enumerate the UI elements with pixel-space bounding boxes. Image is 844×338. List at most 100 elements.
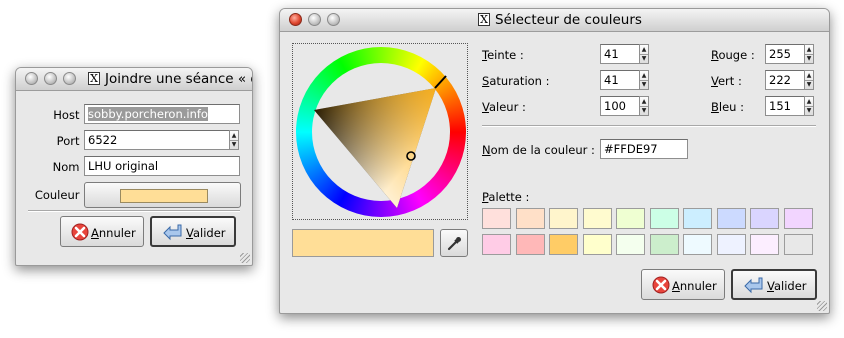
ok-button[interactable]: Valider: [731, 269, 817, 300]
color-preview-swatch: [120, 189, 208, 203]
host-field[interactable]: sobby.porcheron.info: [84, 104, 240, 124]
name-label: Nom :: [52, 160, 87, 174]
ok-label: Valider: [767, 279, 807, 293]
green-label: Vert :: [711, 74, 742, 88]
palette-swatch[interactable]: [549, 234, 578, 255]
cancel-icon: [652, 276, 670, 294]
separator: [28, 210, 240, 212]
window-title: Joindre une séance « o: [105, 71, 253, 87]
palette-swatch[interactable]: [582, 234, 612, 255]
red-stepper[interactable]: ▲ ▼: [804, 44, 814, 64]
palette-swatch[interactable]: [683, 208, 712, 229]
hue-value: 41: [604, 47, 619, 61]
color-name-input[interactable]: #FFDE97: [600, 139, 688, 159]
hue-stepper[interactable]: ▲ ▼: [639, 44, 649, 64]
green-stepper[interactable]: ▲ ▼: [804, 70, 814, 90]
palette-swatch[interactable]: [750, 208, 779, 229]
color-name-value: #FFDE97: [604, 142, 658, 156]
minimize-button[interactable]: [44, 72, 57, 85]
green-value: 222: [769, 73, 791, 87]
cancel-label: Annuler: [91, 226, 136, 240]
name-value: LHU original: [88, 159, 159, 173]
color-chooser-window: X Sélecteur de couleurs Teinte: 41 ▲ ▼ …: [279, 8, 830, 314]
palette-grid: [482, 208, 822, 258]
join-session-window: X Joindre une séance « o Host : sobby.po…: [15, 67, 253, 266]
palette-swatch[interactable]: [616, 208, 645, 229]
cancel-icon: [71, 223, 89, 241]
window-title: Sélecteur de couleurs: [495, 12, 642, 28]
color-button[interactable]: [84, 182, 241, 208]
eyedropper-button[interactable]: [440, 229, 468, 257]
port-label: Port :: [56, 134, 87, 148]
palette-swatch[interactable]: [649, 208, 679, 229]
host-label: Host :: [53, 108, 87, 122]
palette-swatch[interactable]: [750, 234, 779, 255]
resize-grip[interactable]: [240, 253, 250, 263]
saturation-label: Saturation :: [482, 74, 550, 88]
blue-label: Bleu :: [711, 100, 744, 114]
resize-grip[interactable]: [817, 301, 827, 311]
palette-swatch[interactable]: [716, 234, 746, 255]
port-stepper[interactable]: ▲ ▼: [229, 130, 239, 150]
color-chooser-titlebar[interactable]: X Sélecteur de couleurs: [280, 9, 829, 32]
hue-input[interactable]: 41: [600, 44, 640, 64]
minimize-button[interactable]: [308, 13, 321, 26]
stepper-down-icon[interactable]: ▼: [640, 106, 648, 115]
eyedropper-icon: [447, 237, 461, 251]
stepper-down-icon[interactable]: ▼: [230, 140, 238, 149]
cancel-button[interactable]: Annuler: [60, 216, 144, 247]
red-label: Rouge :: [711, 48, 755, 62]
saturation-stepper[interactable]: ▲ ▼: [639, 70, 649, 90]
palette-swatch[interactable]: [783, 234, 813, 255]
palette-swatch[interactable]: [616, 234, 645, 255]
stepper-down-icon[interactable]: ▼: [805, 80, 813, 89]
color-name-label: Nom de la couleur :: [482, 143, 595, 157]
name-field[interactable]: LHU original: [84, 156, 240, 176]
port-value: 6522: [88, 133, 118, 147]
color-wheel-area[interactable]: [292, 43, 468, 220]
blue-input[interactable]: 151: [765, 96, 805, 116]
x11-app-icon: X: [478, 13, 490, 26]
value-label: Valeur :: [482, 100, 526, 114]
x11-app-icon: X: [88, 72, 100, 85]
separator: [482, 125, 816, 127]
stepper-down-icon[interactable]: ▼: [805, 54, 813, 63]
palette-swatch[interactable]: [482, 208, 511, 229]
cancel-button[interactable]: Annuler: [641, 269, 725, 300]
zoom-button[interactable]: [327, 13, 340, 26]
port-field[interactable]: 6522: [84, 130, 230, 150]
palette-swatch[interactable]: [515, 208, 545, 229]
ok-button[interactable]: Valider: [150, 216, 236, 247]
close-button[interactable]: [25, 72, 38, 85]
palette-swatch[interactable]: [716, 208, 746, 229]
saturation-value: 41: [604, 73, 619, 87]
stepper-down-icon[interactable]: ▼: [805, 106, 813, 115]
stepper-down-icon[interactable]: ▼: [640, 80, 648, 89]
green-input[interactable]: 222: [765, 70, 805, 90]
stepper-down-icon[interactable]: ▼: [640, 54, 648, 63]
palette-swatch[interactable]: [515, 234, 545, 255]
enter-arrow-icon: [163, 224, 182, 241]
palette-swatch[interactable]: [683, 234, 712, 255]
red-input[interactable]: 255: [765, 44, 805, 64]
red-value: 255: [769, 47, 791, 61]
saturation-input[interactable]: 41: [600, 70, 640, 90]
palette-swatch[interactable]: [582, 208, 612, 229]
join-session-titlebar[interactable]: X Joindre une séance « o: [16, 68, 252, 91]
palette-swatch[interactable]: [649, 234, 679, 255]
blue-value: 151: [769, 99, 791, 113]
sv-triangle[interactable]: [293, 44, 469, 221]
ok-label: Valider: [186, 226, 226, 240]
close-button[interactable]: [289, 13, 302, 26]
zoom-button[interactable]: [63, 72, 76, 85]
value-input[interactable]: 100: [600, 96, 640, 116]
host-value: sobby.porcheron.info: [88, 107, 208, 121]
palette-swatch[interactable]: [783, 208, 813, 229]
current-color-preview: [292, 229, 434, 257]
palette-label: Palette :: [482, 190, 530, 204]
value-stepper[interactable]: ▲ ▼: [639, 96, 649, 116]
palette-swatch[interactable]: [549, 208, 578, 229]
hue-label: Teinte :: [482, 48, 524, 62]
palette-swatch[interactable]: [482, 234, 511, 255]
blue-stepper[interactable]: ▲ ▼: [804, 96, 814, 116]
